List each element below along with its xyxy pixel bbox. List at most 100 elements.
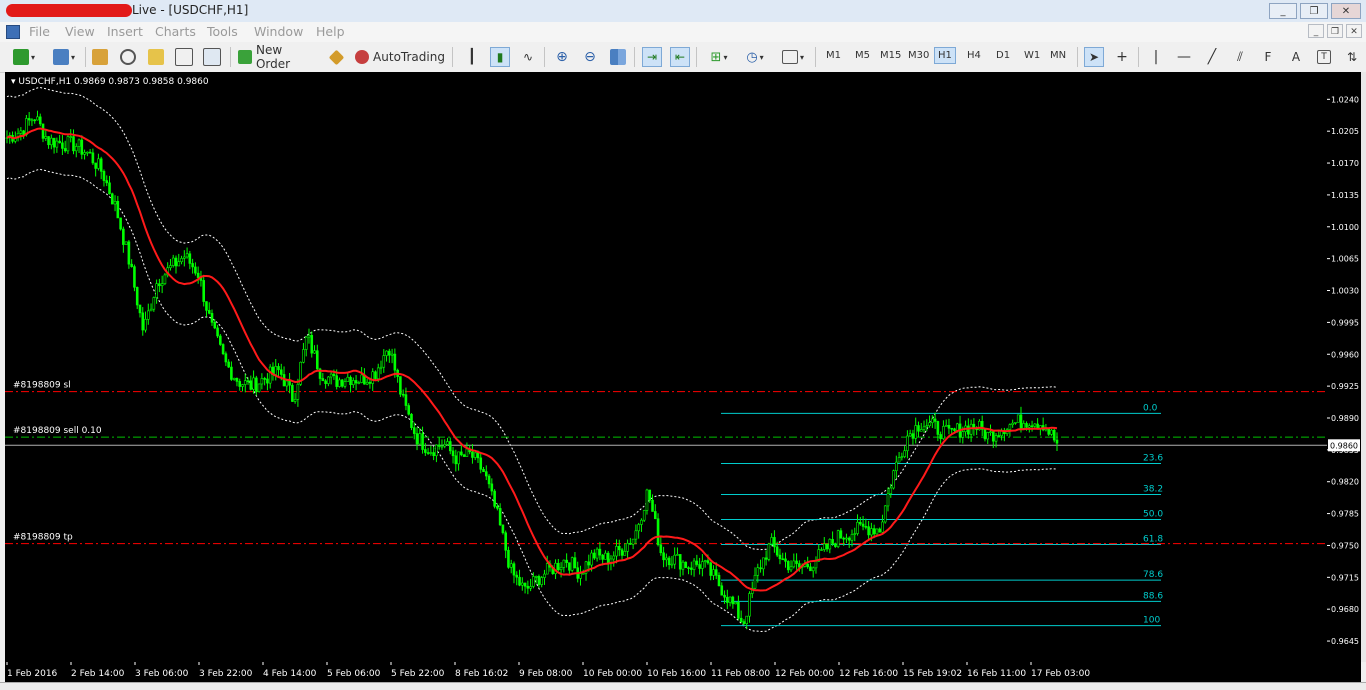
candle-body — [465, 448, 469, 457]
tile-windows-button[interactable] — [608, 47, 628, 67]
candle-body — [989, 431, 992, 433]
candle-body — [99, 158, 103, 172]
price-axis[interactable]: 1.0240 1.0205 1.0170 1.0135 1.0100 1.0065 1.00… — [1327, 72, 1361, 662]
timeframe-m5[interactable]: M5 — [855, 50, 870, 61]
maximize-button[interactable]: ❐ — [1300, 3, 1328, 19]
zoom-out-button[interactable]: ⊖ — [580, 47, 600, 67]
equidistant-channel-button[interactable]: ⫽ — [1230, 47, 1250, 67]
terminal-button[interactable] — [174, 47, 194, 67]
cursor-tool-button[interactable]: ➤ — [1084, 47, 1104, 67]
price-tick-label: 1.0205 — [1331, 127, 1359, 136]
fibonacci-button[interactable]: F — [1258, 47, 1278, 67]
candle-body — [942, 426, 945, 439]
timeframe-m1[interactable]: M1 — [826, 50, 841, 61]
candle-body — [897, 457, 901, 463]
menu-window[interactable]: Window — [254, 24, 303, 39]
timeframe-d1[interactable]: D1 — [996, 50, 1010, 61]
text-label-button[interactable]: T — [1314, 47, 1334, 67]
vertical-line-button[interactable]: | — [1146, 47, 1166, 67]
candle-body — [717, 575, 721, 587]
candle-body — [706, 560, 710, 564]
periods-button[interactable]: ◷ ▾ — [740, 47, 770, 67]
auto-scroll-icon: ⇥ — [646, 50, 658, 64]
bar-chart-button[interactable]: ┃ — [462, 47, 482, 67]
chart-scrollbar[interactable] — [1361, 72, 1366, 662]
arrows-button[interactable]: ⇅ — [1342, 47, 1362, 67]
chart-restore-button[interactable]: ❐ — [1327, 24, 1343, 38]
close-button[interactable]: ✕ — [1331, 3, 1361, 19]
timeframe-h1[interactable]: H1 — [934, 47, 956, 64]
templates-button[interactable]: ▾ — [778, 47, 808, 67]
toolbar: ▾ ▾ New Order AutoTrading ┃ ▮ ∿ ⊕ ⊖ ⇥ ⇤ … — [0, 42, 1366, 73]
horizontal-line-icon: — — [1177, 49, 1191, 65]
new-chart-button[interactable]: ▾ — [8, 47, 40, 67]
candle-body — [681, 561, 685, 570]
chart-minimize-button[interactable]: _ — [1308, 24, 1324, 38]
candle-body — [329, 373, 333, 378]
market-watch-button[interactable] — [90, 47, 110, 67]
strategy-tester-button[interactable] — [202, 47, 222, 67]
candle-body — [955, 423, 959, 431]
new-order-button[interactable]: New Order — [238, 43, 320, 71]
timeframe-h4[interactable]: H4 — [967, 50, 981, 61]
candle-body — [437, 444, 441, 447]
time-axis[interactable]: 1 Feb 2016 2 Feb 14:00 3 Feb 06:00 3 Feb 22… — [5, 662, 1361, 682]
candle-body — [52, 137, 56, 148]
timeframe-mn[interactable]: MN — [1050, 50, 1066, 61]
bar-chart-icon: ┃ — [467, 49, 477, 65]
data-window-button[interactable] — [118, 47, 138, 67]
timeframe-w1[interactable]: W1 — [1024, 50, 1040, 61]
timeframe-m15[interactable]: M15 — [880, 50, 901, 61]
line-chart-icon: ∿ — [522, 50, 534, 64]
profiles-button[interactable]: ▾ — [48, 47, 80, 67]
minimize-button[interactable]: _ — [1269, 3, 1297, 19]
line-chart-button[interactable]: ∿ — [518, 47, 538, 67]
menu-help[interactable]: Help — [316, 24, 345, 39]
candle-body — [374, 371, 377, 379]
template-icon — [781, 50, 798, 64]
candle-body — [1019, 414, 1023, 429]
crosshair-tool-button[interactable]: + — [1112, 47, 1132, 67]
candle-body — [986, 432, 990, 440]
navigator-button[interactable] — [146, 47, 166, 67]
indicators-button[interactable]: ⊞ ▾ — [704, 47, 734, 67]
autotrading-button[interactable]: AutoTrading — [354, 47, 446, 67]
candle-body — [365, 381, 369, 385]
menu-insert[interactable]: Insert — [107, 24, 143, 39]
metaeditor-button[interactable] — [326, 47, 346, 67]
candle-body — [1016, 414, 1020, 423]
time-tick-label: 10 Feb 16:00 — [647, 669, 706, 679]
candle-body — [446, 441, 449, 445]
candle-body — [388, 350, 391, 356]
candle-body — [870, 528, 873, 536]
chart-shift-button[interactable]: ⇤ — [670, 47, 690, 67]
menu-charts[interactable]: Charts — [155, 24, 196, 39]
zoom-in-button[interactable]: ⊕ — [552, 47, 572, 67]
candle-body — [58, 140, 61, 144]
candlestick-icon: ▮ — [496, 50, 504, 64]
candle-body — [393, 353, 397, 371]
text-tool-button[interactable]: A — [1288, 47, 1304, 67]
candle-body — [911, 433, 915, 439]
candle-body — [498, 508, 502, 526]
candle-body — [712, 569, 715, 576]
fibonacci-icon: F — [1264, 50, 1272, 64]
menu-file[interactable]: File — [29, 24, 50, 39]
chart-close-button[interactable]: ✕ — [1346, 24, 1362, 38]
menu-view[interactable]: View — [65, 24, 95, 39]
candle-body — [266, 378, 269, 384]
timeframe-m30[interactable]: M30 — [908, 50, 929, 61]
menu-tools[interactable]: Tools — [207, 24, 238, 39]
candle-body — [939, 434, 942, 439]
auto-scroll-button[interactable]: ⇥ — [642, 47, 662, 67]
candle-body — [858, 521, 862, 525]
horizontal-line-button[interactable]: — — [1174, 47, 1194, 67]
candle-body — [762, 557, 765, 570]
price-chart[interactable]: 0.0 23.6 38.2 50.0 61.8 78.6 88.6 100 #8198809 s… — [5, 72, 1327, 662]
trendline-button[interactable]: ╱ — [1202, 47, 1222, 67]
candlestick-chart-button[interactable]: ▮ — [490, 47, 510, 67]
candle-body — [532, 576, 535, 587]
app-icon — [6, 25, 20, 39]
candle-body — [169, 265, 172, 269]
candle-body — [293, 399, 297, 402]
